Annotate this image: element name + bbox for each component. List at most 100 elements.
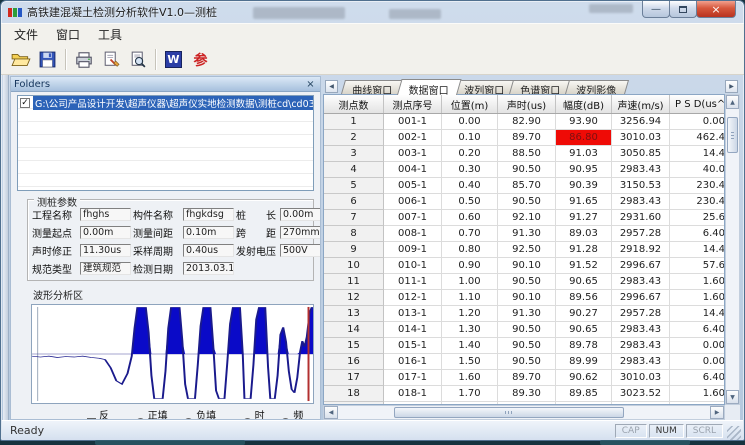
cell: 230.4 — [670, 178, 725, 194]
preview-button[interactable] — [124, 47, 151, 72]
tab-scroll-left-icon[interactable]: ◀ — [325, 80, 338, 93]
checkbox-icon[interactable]: ✓ — [20, 98, 30, 108]
column-header[interactable]: 幅度(dB) — [556, 95, 612, 113]
table-row[interactable]: 18018-11.7089.3089.853023.521.60 — [324, 386, 724, 402]
cell: 2957.28 — [612, 306, 670, 322]
cell: 3256.94 — [612, 114, 670, 130]
cell: 0.20 — [442, 146, 498, 162]
cell: 2983.43 — [612, 354, 670, 370]
tree-item[interactable]: ✓ G:\公司产品设计开发\超声仪器\超声仪实地检测数据\测桩cd\cd03\c… — [18, 96, 313, 109]
scroll-down-icon[interactable]: ▼ — [726, 390, 739, 404]
column-header[interactable]: P S D(us^2/m) — [670, 95, 725, 113]
table-row[interactable]: 17017-11.6089.7090.623010.036.40 — [324, 370, 724, 386]
row-header-cell: 3 — [324, 146, 384, 162]
waveform-plot[interactable] — [32, 305, 313, 403]
menu-item-0[interactable]: 文件 — [5, 24, 47, 45]
row-header-cell: 11 — [324, 274, 384, 290]
cell: 2996.67 — [612, 290, 670, 306]
scroll-left-icon[interactable]: ◀ — [324, 406, 338, 419]
print-button[interactable] — [70, 47, 97, 72]
table-row[interactable]: 8008-10.7091.3089.032957.286.40 — [324, 226, 724, 242]
column-header[interactable]: 测点数 — [324, 95, 384, 113]
table-row[interactable]: 12012-11.1090.1089.562996.671.60 — [324, 290, 724, 306]
table-row[interactable]: 9009-10.8092.5091.282918.9214.4 — [324, 242, 724, 258]
cell: 90.65 — [556, 322, 612, 338]
fill-radio-0[interactable]: 正填充 — [136, 407, 178, 420]
cell: 1.30 — [442, 322, 498, 338]
tab-scroll-right-icon[interactable]: ▶ — [725, 80, 738, 93]
toolbar-separator — [155, 49, 156, 70]
column-header[interactable]: 声速(m/s) — [612, 95, 670, 113]
table-row[interactable]: 11011-11.0090.5090.652983.431.60 — [324, 274, 724, 290]
table-row[interactable]: 1001-10.0082.9093.903256.940.00 — [324, 114, 724, 130]
folder-open-icon — [11, 50, 31, 70]
menu-item-1[interactable]: 窗口 — [47, 24, 89, 45]
table-row[interactable]: 15015-11.4090.5089.782983.430.00 — [324, 338, 724, 354]
resize-grip[interactable] — [727, 426, 741, 440]
close-button[interactable]: × — [696, 1, 736, 18]
table-row[interactable]: 2002-10.1089.7086.803010.03462.4 — [324, 130, 724, 146]
cell: 0.00 — [442, 114, 498, 130]
redaction-blur — [389, 9, 441, 19]
checkbox-label: 反相 — [99, 407, 119, 420]
maximize-button[interactable] — [669, 1, 697, 18]
table-row[interactable]: 13013-11.2091.3090.272957.2814.4 — [324, 306, 724, 322]
tab-1[interactable]: 数据窗口 — [397, 79, 462, 95]
table-row[interactable]: 16016-11.5090.5089.992983.430.00 — [324, 354, 724, 370]
cell: 006-1 — [384, 194, 442, 210]
param-label: 桩 长 — [236, 207, 278, 222]
tab-4[interactable]: 波列影像 — [565, 80, 629, 94]
cell: 009-1 — [384, 242, 442, 258]
cell: 3050.85 — [612, 146, 670, 162]
folders-caption[interactable]: Folders × — [11, 77, 320, 92]
fill-radio-1[interactable]: 负填充 — [184, 407, 226, 420]
table-row[interactable]: 6006-10.5090.5091.652983.43230.4 — [324, 194, 724, 210]
tab-2[interactable]: 波列窗口 — [453, 80, 517, 94]
radio-label: 正填充 — [148, 407, 178, 420]
table-row[interactable]: 4004-10.3090.5090.952983.4340.0 — [324, 162, 724, 178]
window-title: 高铁建混凝土检测分析软件V1.0—测桩 — [27, 4, 217, 20]
table-row[interactable]: 3003-10.2088.5091.033050.8514.4 — [324, 146, 724, 162]
horizontal-scrollbar[interactable]: ◀ ▶ — [323, 405, 725, 420]
redaction-blur — [253, 7, 345, 19]
tab-3[interactable]: 色谱窗口 — [509, 80, 573, 94]
word-export-button[interactable]: W — [160, 47, 187, 72]
horizontal-scroll-thumb[interactable] — [394, 407, 624, 418]
cell: 3023.52 — [612, 386, 670, 402]
table-row[interactable]: 7007-10.6092.1091.272931.6025.6 — [324, 210, 724, 226]
menu-item-2[interactable]: 工具 — [89, 24, 131, 45]
cell: 1.50 — [442, 354, 498, 370]
waveform-box[interactable] — [31, 304, 314, 404]
cell: 90.50 — [498, 274, 556, 290]
table-row[interactable]: 14014-11.3090.5090.652983.436.40 — [324, 322, 724, 338]
row-header-cell: 2 — [324, 130, 384, 146]
domain-radio-1[interactable]: 频域 — [281, 407, 313, 420]
save-button[interactable] — [34, 47, 61, 72]
table-row[interactable]: 10010-10.9090.1091.522996.6757.6 — [324, 258, 724, 274]
folder-tree[interactable]: ✓ G:\公司产品设计开发\超声仪器\超声仪实地检测数据\测桩cd\cd03\c… — [17, 95, 314, 191]
open-button[interactable] — [7, 47, 34, 72]
scroll-right-icon[interactable]: ▶ — [710, 406, 724, 419]
table-row[interactable]: 5005-10.4085.7090.393150.53230.4 — [324, 178, 724, 194]
data-table: 测点数测点序号位置(m)声时(us)幅度(dB)声速(m/s)P S D(us^… — [323, 94, 725, 405]
scroll-up-icon[interactable]: ▲ — [726, 95, 739, 109]
indicator-scrl: SCRL — [686, 424, 723, 438]
panel-close-icon[interactable]: × — [304, 79, 317, 90]
vertical-scrollbar[interactable]: ▲ ▼ — [725, 94, 740, 405]
title-bar[interactable]: 高铁建混凝土检测分析软件V1.0—测桩 — × — [1, 1, 744, 23]
status-indicators: CAPNUMSCRL — [615, 424, 723, 438]
cell: 0.00 — [670, 114, 725, 130]
cell: 008-1 — [384, 226, 442, 242]
column-header[interactable]: 测点序号 — [384, 95, 442, 113]
tab-0[interactable]: 曲线窗口 — [341, 80, 405, 94]
cell: 40.0 — [670, 162, 725, 178]
param-value: 2013.03.13 — [183, 262, 234, 275]
process-button[interactable] — [97, 47, 124, 72]
domain-radio-0[interactable]: 时域 — [243, 407, 275, 420]
column-header[interactable]: 位置(m) — [442, 95, 498, 113]
parameter-button[interactable]: 参 — [187, 47, 214, 72]
minimize-button[interactable]: — — [642, 1, 670, 18]
vertical-scroll-thumb[interactable] — [727, 117, 738, 153]
column-header[interactable]: 声时(us) — [498, 95, 556, 113]
invert-checkbox[interactable]: 反相 — [87, 407, 119, 420]
